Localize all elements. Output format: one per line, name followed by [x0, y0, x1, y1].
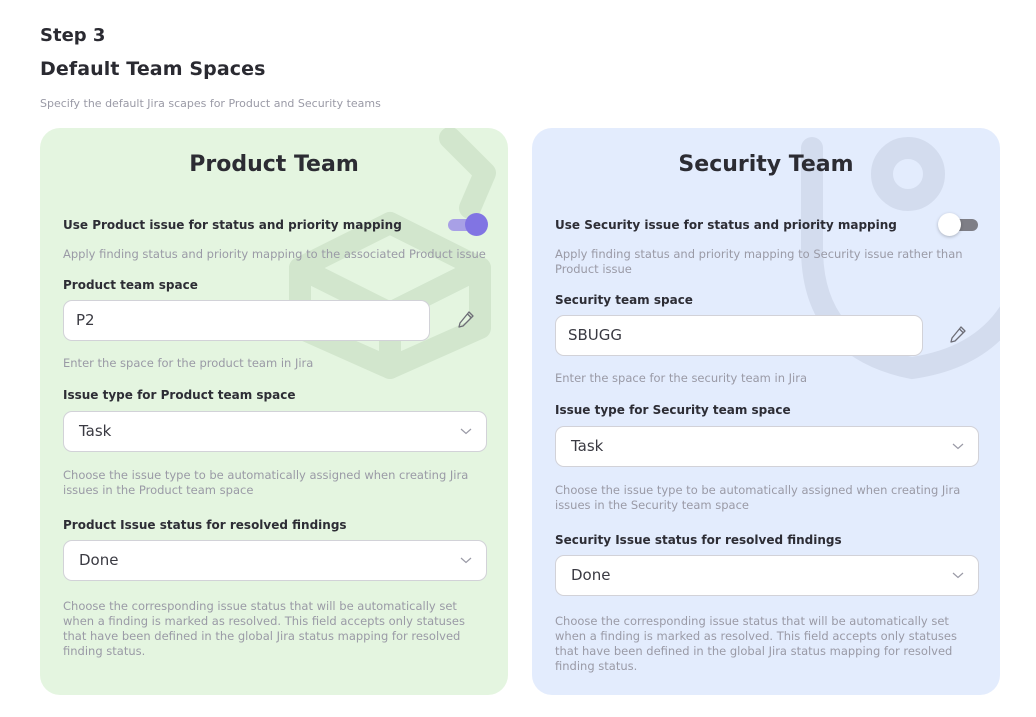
security-status-value: Done: [571, 566, 611, 584]
security-toggle-label: Use Security issue for status and priori…: [555, 218, 897, 232]
security-issue-type-select[interactable]: Task: [555, 426, 979, 467]
security-space-hint: Enter the space for the security team in…: [555, 371, 808, 385]
product-status-hint: Choose the corresponding issue status th…: [63, 599, 465, 658]
product-mapping-toggle[interactable]: [448, 213, 488, 236]
product-status-select[interactable]: Done: [63, 540, 487, 581]
security-issue-type-label: Issue type for Security team space: [555, 403, 791, 417]
security-space-input[interactable]: SBUGG: [555, 315, 923, 356]
security-issue-type-value: Task: [571, 437, 604, 455]
product-status-value: Done: [79, 551, 119, 569]
page-subtitle: Specify the default Jira scapes for Prod…: [40, 97, 381, 110]
product-toggle-label: Use Product issue for status and priorit…: [63, 218, 402, 232]
security-space-label: Security team space: [555, 293, 693, 307]
chevron-down-icon: [952, 443, 964, 450]
pencil-icon[interactable]: [948, 325, 968, 345]
security-status-label: Security Issue status for resolved findi…: [555, 533, 842, 547]
product-issue-type-value: Task: [79, 422, 112, 440]
product-issue-type-hint: Choose the issue type to be automaticall…: [63, 468, 469, 497]
security-team-card: Security Team Use Security issue for sta…: [532, 128, 1000, 695]
security-status-hint: Choose the corresponding issue status th…: [555, 614, 957, 673]
security-toggle-hint: Apply finding status and priority mappin…: [555, 247, 963, 276]
chevron-down-icon: [952, 572, 964, 579]
security-issue-type-hint: Choose the issue type to be automaticall…: [555, 483, 961, 512]
page-title: Default Team Spaces: [40, 58, 266, 80]
product-team-card: Product Team Use Product issue for statu…: [40, 128, 508, 695]
product-issue-type-select[interactable]: Task: [63, 411, 487, 452]
product-space-label: Product team space: [63, 278, 198, 292]
security-card-title: Security Team: [678, 152, 854, 177]
product-status-label: Product Issue status for resolved findin…: [63, 518, 347, 532]
product-space-hint: Enter the space for the product team in …: [63, 356, 314, 370]
pencil-icon[interactable]: [456, 310, 476, 330]
product-space-input[interactable]: P2: [63, 300, 430, 341]
product-toggle-hint: Apply finding status and priority mappin…: [63, 247, 486, 261]
security-status-select[interactable]: Done: [555, 555, 979, 596]
step-label: Step 3: [40, 25, 106, 46]
security-mapping-toggle[interactable]: [938, 213, 978, 236]
chevron-down-icon: [460, 557, 472, 564]
chevron-down-icon: [460, 428, 472, 435]
product-card-title: Product Team: [189, 152, 359, 177]
product-issue-type-label: Issue type for Product team space: [63, 388, 296, 402]
